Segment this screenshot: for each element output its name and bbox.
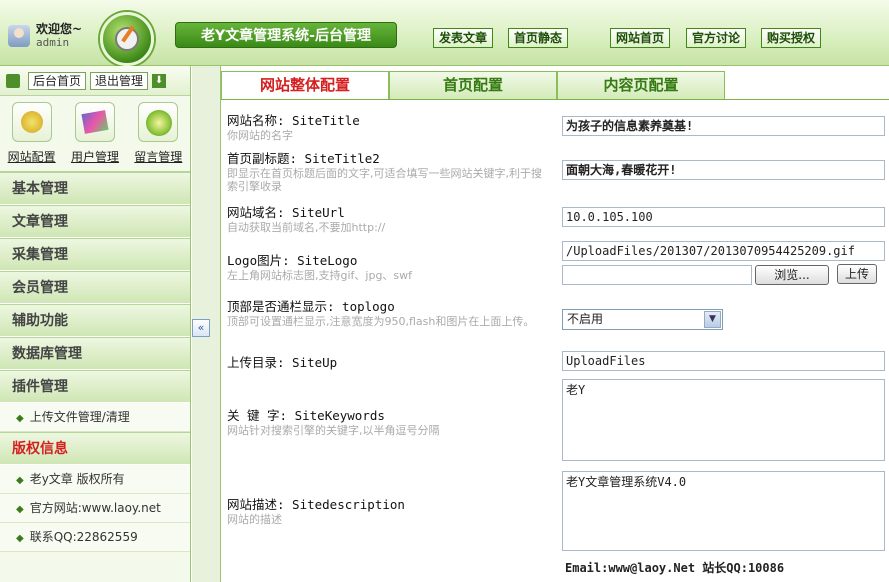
- welcome-area: 欢迎您~ admin: [8, 22, 82, 50]
- site-subtitle-hint: 即显示在首页标题后面的文字,可适合填写一些网站关键字,利于搜索引擎收录: [227, 167, 542, 193]
- copyright-item: ◆ 联系QQ:22862559: [0, 523, 190, 552]
- bullet-icon: ◆: [16, 504, 24, 515]
- keywords-hint: 网站针对搜索引擎的关键字,以半角逗号分隔: [227, 424, 440, 437]
- keywords-textarea[interactable]: 老Y: [562, 379, 885, 461]
- tab-content-config[interactable]: 内容页配置: [557, 71, 725, 99]
- copyright-item: ◆ 老y文章 版权所有: [0, 465, 190, 494]
- copyright-item: ◆ 官方网站:www.laoy.net: [0, 494, 190, 523]
- system-title: 老Y文章管理系统-后台管理: [175, 22, 397, 48]
- users-icon: [74, 102, 115, 142]
- download-icon[interactable]: ⬇: [152, 73, 167, 88]
- site-subtitle-input[interactable]: 面朝大海,春暖花开!: [562, 160, 885, 180]
- tab-home-config[interactable]: 首页配置: [389, 71, 557, 99]
- sidebar-toolbar: 后台首页 退出管理 ⬇: [0, 66, 190, 96]
- menu-articles[interactable]: 文章管理: [0, 205, 190, 238]
- site-url-input[interactable]: 10.0.105.100: [562, 207, 885, 227]
- site-home-button[interactable]: 网站首页: [610, 28, 671, 48]
- upload-button[interactable]: 上传: [837, 264, 877, 284]
- config-tabs: 网站整体配置 首页配置 内容页配置: [221, 66, 889, 100]
- menu-database[interactable]: 数据库管理: [0, 337, 190, 370]
- sidebar-item-upload-files[interactable]: ◆ 上传文件管理/清理: [0, 403, 190, 432]
- email-info[interactable]: Email:www@laoy.Net 站长QQ:10086: [562, 559, 885, 579]
- browse-button[interactable]: 浏览...: [755, 265, 829, 285]
- menu-copyright[interactable]: 版权信息: [0, 432, 190, 465]
- publish-article-button[interactable]: 发表文章: [433, 28, 494, 48]
- user-icon: [8, 25, 30, 47]
- bullet-icon: ◆: [16, 533, 24, 544]
- toplogo-select[interactable]: 不启用 ▼: [562, 309, 723, 330]
- site-logo-input[interactable]: /UploadFiles/201307/2013070954425209.gif: [562, 241, 885, 261]
- bullet-icon: ◆: [16, 475, 24, 486]
- site-logo-hint: 左上角网站标志图,支持gif、jpg、swf: [227, 269, 413, 282]
- welcome-text: 欢迎您~: [36, 22, 83, 36]
- official-forum-button[interactable]: 官方讨论: [686, 28, 747, 48]
- toplogo-hint: 顶部可设置通栏显示,注意宽度为950,flash和图片在上面上传。: [227, 315, 535, 328]
- logout-button[interactable]: 退出管理: [90, 71, 149, 90]
- collapse-sidebar-icon[interactable]: «: [192, 319, 210, 337]
- calculator-icon: [6, 73, 20, 88]
- menu-basic[interactable]: 基本管理: [0, 172, 190, 205]
- quick-links: 网站配置 用户管理 留言管理: [0, 96, 190, 172]
- chevron-down-icon[interactable]: ▼: [704, 311, 721, 328]
- toplogo-label: 顶部是否通栏显示: toplogo: [227, 299, 395, 314]
- quick-site-config[interactable]: 网站配置: [4, 102, 60, 171]
- logo-file-input[interactable]: [562, 265, 752, 285]
- description-textarea[interactable]: 老Y文章管理系统V4.0: [562, 471, 885, 551]
- username: admin: [36, 36, 70, 49]
- menu-utilities[interactable]: 辅助功能: [0, 304, 190, 337]
- main-content: 网站整体配置 首页配置 内容页配置 网站名称: SiteTitle 你网站的名字…: [220, 66, 889, 582]
- upload-dir-input[interactable]: UploadFiles: [562, 351, 885, 371]
- tab-site-config[interactable]: 网站整体配置: [221, 71, 389, 99]
- bullet-icon: ◆: [16, 413, 24, 424]
- gears-icon: [11, 102, 52, 142]
- site-title-hint: 你网站的名字: [227, 129, 293, 142]
- description-hint: 网站的描述: [227, 513, 282, 526]
- logo: [100, 12, 154, 66]
- menu-plugins[interactable]: 插件管理: [0, 370, 190, 403]
- menu-members[interactable]: 会员管理: [0, 271, 190, 304]
- buy-license-button[interactable]: 购买授权: [761, 28, 822, 48]
- quick-message-management[interactable]: 留言管理: [130, 102, 186, 171]
- header: 欢迎您~ admin 老Y文章管理系统-后台管理 发表文章 首页静态 网站首页 …: [0, 0, 889, 66]
- homepage-static-button[interactable]: 首页静态: [508, 28, 569, 48]
- sidebar: 后台首页 退出管理 ⬇ 网站配置 用户管理 留言管理 基本管理 文章管理 采集管…: [0, 66, 191, 582]
- admin-home-button[interactable]: 后台首页: [28, 71, 87, 90]
- radiation-icon: [138, 102, 179, 142]
- menu-collect[interactable]: 采集管理: [0, 238, 190, 271]
- site-title-input[interactable]: 为孩子的信息素养奠基!: [562, 116, 885, 136]
- quick-user-management[interactable]: 用户管理: [67, 102, 123, 171]
- site-url-hint: 自动获取当前域名,不要加http://: [227, 221, 386, 234]
